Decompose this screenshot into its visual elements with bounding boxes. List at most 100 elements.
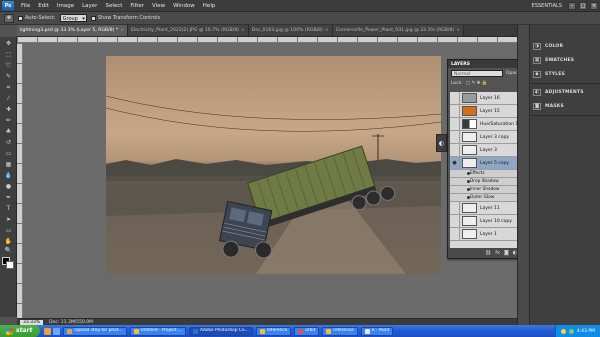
history-brush-tool-icon[interactable]: ↺ xyxy=(3,138,14,148)
taskbar-label: Untitled - Project ... xyxy=(140,328,182,333)
add-mask-icon[interactable]: ◙ xyxy=(504,250,509,256)
visibility-toggle[interactable] xyxy=(450,130,460,144)
auto-select-dropdown[interactable]: Group xyxy=(59,14,87,23)
quick-launch-icon[interactable] xyxy=(44,327,52,335)
menu-file[interactable]: File xyxy=(17,0,34,12)
crop-tool-icon[interactable]: ⌗ xyxy=(3,83,14,93)
windows-taskbar: start Upload step for phot... Untitled -… xyxy=(0,325,600,337)
move-tool-preset-icon[interactable]: ✥ xyxy=(4,13,14,23)
close-icon[interactable]: × xyxy=(241,28,245,33)
zoom-level-field[interactable]: 33.33% xyxy=(20,319,44,325)
tray-icon[interactable] xyxy=(560,328,566,334)
layers-tab[interactable]: LAYERS xyxy=(451,62,470,67)
start-label: start xyxy=(16,327,33,334)
visibility-toggle[interactable] xyxy=(450,214,460,228)
doc-tab-3[interactable]: Dsc_0163.jpg @ 100% (RGB/8) × xyxy=(248,25,333,36)
visibility-toggle[interactable] xyxy=(450,227,460,241)
menu-image[interactable]: Image xyxy=(53,0,78,12)
move-tool-icon[interactable]: ✥ xyxy=(3,39,14,49)
visibility-toggle[interactable] xyxy=(450,117,460,131)
brush-tool-icon[interactable]: ✏ xyxy=(3,116,14,126)
auto-select-checkbox[interactable]: Auto-Select: xyxy=(18,15,56,21)
dock-item-color[interactable]: ◑ COLOR xyxy=(533,41,563,52)
checkbox-icon xyxy=(90,15,96,21)
swatches-icon: ▦ xyxy=(533,57,541,64)
marquee-tool-icon[interactable]: ⬚ xyxy=(3,50,14,60)
start-button[interactable]: start xyxy=(0,325,41,337)
menu-window[interactable]: Window xyxy=(169,0,199,12)
dock-item-styles[interactable]: ◆ STYLES xyxy=(533,69,565,80)
eyedropper-tool-icon[interactable]: ⁄ xyxy=(3,94,14,104)
taskbar-button[interactable]: Upload step for phot... xyxy=(63,326,127,336)
eye-icon[interactable] xyxy=(467,180,470,183)
eye-icon[interactable] xyxy=(467,196,470,199)
quick-select-tool-icon[interactable]: ✎ xyxy=(3,72,14,82)
document-canvas-image[interactable] xyxy=(106,56,441,274)
menu-help[interactable]: Help xyxy=(199,0,220,12)
pen-tool-icon[interactable]: ✒ xyxy=(3,193,14,203)
document-size-info[interactable]: Doc: 11.3M/550.0M xyxy=(49,320,93,325)
blur-tool-icon[interactable]: 💧 xyxy=(3,171,14,181)
lasso-tool-icon[interactable]: ➰ xyxy=(3,61,14,71)
gradient-tool-icon[interactable]: ▦ xyxy=(3,160,14,170)
background-color-swatch[interactable] xyxy=(6,261,14,269)
layer-thumbnail xyxy=(462,203,477,213)
close-button[interactable]: × xyxy=(590,1,598,10)
healing-brush-tool-icon[interactable]: ✚ xyxy=(3,105,14,115)
add-style-icon[interactable]: fx xyxy=(495,250,500,256)
visibility-toggle[interactable] xyxy=(450,143,460,157)
taskbar-button-active[interactable]: Adobe Photoshop CS... xyxy=(189,326,253,336)
zoom-tool-icon[interactable]: 🔍 xyxy=(3,246,14,256)
collapsed-panel-icon[interactable]: ◐ xyxy=(436,134,447,152)
menu-view[interactable]: View xyxy=(148,0,169,12)
taskbar-label: Adobe Photoshop CS... xyxy=(200,328,249,333)
dock-label: ADJUSTMENTS xyxy=(545,90,584,95)
taskbar-button[interactable]: e - Paint xyxy=(360,326,394,336)
taskbar-button[interactable]: reference xyxy=(255,326,292,336)
eye-icon[interactable] xyxy=(467,188,470,191)
menu-edit[interactable]: Edit xyxy=(34,0,53,12)
layer-thumbnail xyxy=(462,158,477,168)
eraser-tool-icon[interactable]: ▭ xyxy=(3,149,14,159)
blend-mode-dropdown[interactable]: Normal xyxy=(451,69,503,77)
close-icon[interactable]: × xyxy=(120,28,124,33)
eye-icon[interactable] xyxy=(467,172,470,175)
visibility-toggle[interactable] xyxy=(450,201,460,215)
minimize-button[interactable]: – xyxy=(568,1,576,10)
show-transform-checkbox[interactable]: Show Transform Controls xyxy=(90,15,160,21)
clone-stamp-tool-icon[interactable]: ♣ xyxy=(3,127,14,137)
dock-item-adjustments[interactable]: ◐ ADJUSTMENTS xyxy=(533,87,584,98)
close-icon[interactable]: × xyxy=(456,28,460,33)
clock[interactable]: 4:43 PM xyxy=(577,329,595,334)
close-icon[interactable]: × xyxy=(325,28,329,33)
visibility-toggle[interactable] xyxy=(450,92,460,105)
eye-icon[interactable]: ● xyxy=(450,156,460,170)
taskbar-button[interactable]: orbit xyxy=(294,326,320,336)
dock-item-masks[interactable]: ◙ MASKS xyxy=(533,101,564,112)
menu-select[interactable]: Select xyxy=(101,0,126,12)
link-layers-icon[interactable]: ⛓ xyxy=(485,250,491,256)
status-bar: 33.33% Doc: 11.3M/550.0M xyxy=(17,318,517,325)
menu-layer[interactable]: Layer xyxy=(78,0,101,12)
workspace-switcher-button[interactable]: ESSENTIALS xyxy=(529,3,565,9)
tray-icon[interactable] xyxy=(568,328,574,334)
maximize-button[interactable]: □ xyxy=(579,1,587,10)
taskbar-button[interactable]: reference xyxy=(322,326,358,336)
color-icon: ◑ xyxy=(533,43,541,50)
dock-item-swatches[interactable]: ▦ SWATCHES xyxy=(533,55,574,66)
path-selection-tool-icon[interactable]: ➤ xyxy=(3,215,14,225)
doc-tab-4[interactable]: Cornersville_Power_Plant_031.jpg @ 33.3%… xyxy=(332,25,465,36)
quick-launch-icon[interactable] xyxy=(53,327,61,335)
visibility-toggle[interactable] xyxy=(450,104,460,118)
type-tool-icon[interactable]: T xyxy=(3,204,14,214)
dock-label: SWATCHES xyxy=(545,58,575,63)
shape-tool-icon[interactable]: ▭ xyxy=(3,226,14,236)
taskbar-button[interactable]: Untitled - Project ... xyxy=(129,326,186,336)
menu-filter[interactable]: Filter xyxy=(126,0,148,12)
doc-tab-2[interactable]: Electricity_Plant_2022(2).JPG @ 16.7% (R… xyxy=(128,25,249,36)
tools-panel: ✥ ⬚ ➰ ✎ ⌗ ⁄ ✚ ✏ ♣ ↺ ▭ ▦ 💧 ● ✒ T ➤ ▭ ✋ 🔍 xyxy=(0,37,17,317)
doc-tab-label: Cornersville_Power_Plant_031.jpg @ 33.3%… xyxy=(335,28,455,33)
dodge-tool-icon[interactable]: ● xyxy=(3,182,14,192)
lock-icons[interactable]: ▢ ✎ ✥ 🔒 xyxy=(466,81,488,86)
doc-tab-1[interactable]: lightning3.psd @ 33.3% (Layer 5, RGB/8) … xyxy=(17,25,129,36)
